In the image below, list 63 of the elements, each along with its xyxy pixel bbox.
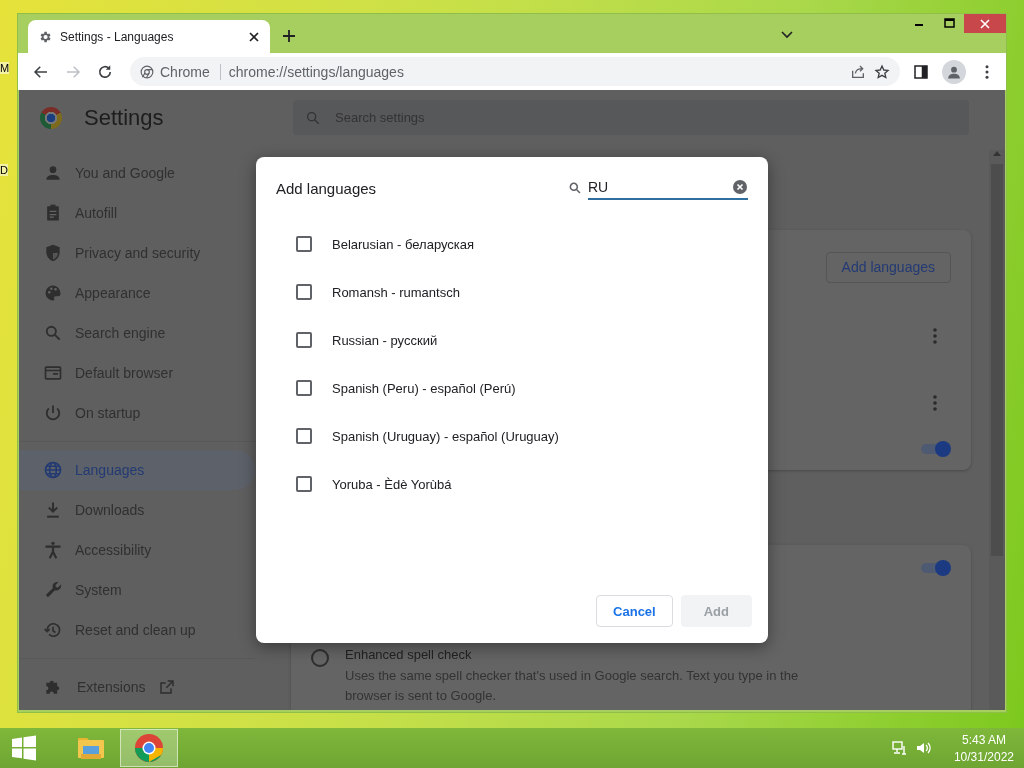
- site-label: Chrome: [160, 63, 210, 80]
- chrome-logo: [40, 106, 62, 129]
- network-icon[interactable]: [891, 740, 908, 756]
- desktop-icon-label[interactable]: D: [0, 164, 8, 176]
- checkbox[interactable]: [296, 284, 312, 300]
- share-icon[interactable]: [850, 63, 866, 80]
- history-icon: [43, 620, 63, 640]
- plus-icon[interactable]: [280, 27, 298, 45]
- desktop-icon-label[interactable]: M: [0, 62, 10, 74]
- language-label[interactable]: Belarusian - беларуская: [332, 236, 475, 252]
- search-icon: [43, 323, 63, 343]
- browser-tab[interactable]: Settings - Languages: [28, 20, 270, 53]
- scrollbar[interactable]: [989, 150, 1005, 710]
- star-icon[interactable]: [874, 63, 890, 80]
- language-label[interactable]: Romansh - rumantsch: [332, 284, 460, 300]
- clock-time[interactable]: 5:43 AM: [961, 732, 1006, 747]
- checkbox[interactable]: [296, 428, 312, 444]
- more-vertical-icon[interactable]: [933, 328, 937, 344]
- taskbar-app[interactable]: [120, 729, 178, 767]
- more-vertical-icon[interactable]: [933, 395, 937, 411]
- gear-icon: [38, 29, 52, 44]
- language-label[interactable]: Russian - русский: [332, 332, 438, 348]
- add-languages-button[interactable]: Add languages: [825, 251, 951, 283]
- sidebar-item[interactable]: Languages: [19, 450, 255, 490]
- option-label: Enhanced spell check: [345, 647, 473, 662]
- maximize-icon: [943, 18, 955, 28]
- globe-icon: [43, 460, 63, 480]
- checkbox[interactable]: [296, 236, 312, 252]
- chrome-logo-icon: [140, 64, 154, 79]
- toggle-switch[interactable]: [919, 441, 951, 457]
- toggle-switch[interactable]: [919, 560, 951, 576]
- dialog-title: Add languages: [276, 179, 378, 197]
- address-bar[interactable]: Chrome chrome://settings/languages: [130, 57, 900, 86]
- browser-window-icon: [43, 363, 63, 383]
- close-icon[interactable]: [248, 30, 260, 43]
- shield-icon: [43, 243, 63, 263]
- tab-title: Settings - Languages: [60, 29, 175, 44]
- clear-icon[interactable]: [733, 180, 747, 194]
- clock-date[interactable]: 10/31/2022: [953, 749, 1014, 764]
- checkbox[interactable]: [296, 332, 312, 348]
- chrome-logo-icon: [133, 732, 165, 764]
- language-label[interactable]: Spanish (Uruguay) - español (Uruguay): [332, 428, 559, 444]
- dialog-button[interactable]: Cancel: [596, 595, 673, 627]
- url-text: chrome://settings/languages: [228, 63, 405, 80]
- checkbox[interactable]: [296, 476, 312, 492]
- wrench-icon: [43, 580, 63, 600]
- accessibility-icon: [43, 540, 63, 560]
- side-panel-icon[interactable]: [912, 62, 930, 81]
- search-icon: [568, 181, 582, 195]
- palette-icon: [43, 283, 63, 303]
- windows-logo-icon[interactable]: [10, 734, 38, 762]
- settings-title: Settings: [84, 104, 164, 131]
- speaker-icon[interactable]: [915, 740, 932, 756]
- language-label[interactable]: Yoruba - Èdè Yorùbá: [332, 476, 452, 492]
- close-icon: [980, 18, 990, 29]
- profile-avatar[interactable]: [942, 59, 966, 84]
- radio-button[interactable]: [311, 649, 329, 667]
- person-icon: [43, 163, 63, 183]
- power-icon: [43, 403, 63, 423]
- language-label[interactable]: Spanish (Peru) - español (Perú): [332, 380, 516, 396]
- checkbox[interactable]: [296, 380, 312, 396]
- person-icon: [947, 64, 961, 79]
- external-link-icon: [159, 679, 176, 695]
